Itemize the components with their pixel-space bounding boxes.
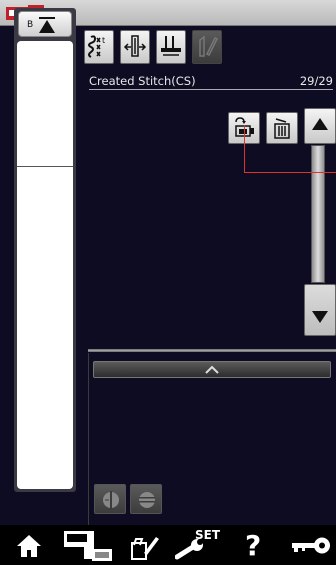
help-button[interactable]: ? xyxy=(240,525,270,565)
needle-position-button[interactable] xyxy=(120,30,150,64)
sewing-machine-icon xyxy=(64,531,112,561)
presser-foot-button[interactable] xyxy=(156,30,186,64)
edit-stitch-button[interactable] xyxy=(192,30,222,64)
mirror-horizontal-button[interactable] xyxy=(130,484,162,514)
page-title: Created Stitch(CS) xyxy=(89,74,196,88)
needle-position-icon xyxy=(123,35,147,57)
scroll-up-icon xyxy=(312,118,328,130)
scrollbar-track[interactable] xyxy=(311,145,325,283)
pattern-edit-icon xyxy=(131,537,159,560)
scroll-down-icon xyxy=(312,311,328,323)
stitch-pattern-button[interactable]: t xyxy=(84,30,114,64)
sewing-machine-button[interactable] xyxy=(62,525,114,565)
scroll-up-button[interactable] xyxy=(304,108,336,144)
settings-button[interactable]: SET xyxy=(175,525,231,565)
mirror-vertical-icon xyxy=(103,491,119,509)
to-top-icon xyxy=(39,17,55,33)
mirror-vertical-button[interactable] xyxy=(94,484,126,514)
page-count: 29/29 xyxy=(299,74,333,88)
mirror-horizontal-icon xyxy=(139,492,155,508)
pointer-line-vertical xyxy=(244,125,245,173)
chevron-up-icon xyxy=(205,365,219,374)
stitch-pattern-icon: t xyxy=(88,35,105,58)
move-to-top-button[interactable]: B xyxy=(18,11,72,37)
stitch-header: Created Stitch(CS) 29/29 xyxy=(89,74,333,90)
wrench-icon xyxy=(175,539,203,560)
list-divider xyxy=(17,166,73,167)
edit-stitch-icon xyxy=(199,35,219,57)
section-separator xyxy=(88,349,336,352)
top-button-letter: B xyxy=(27,20,34,30)
expand-collapse-bar[interactable] xyxy=(93,361,331,378)
home-icon xyxy=(17,535,41,557)
home-button[interactable] xyxy=(14,525,46,565)
lock-button[interactable] xyxy=(290,525,332,565)
scroll-down-button[interactable] xyxy=(304,284,336,336)
pointer-line-horizontal xyxy=(244,172,336,173)
help-icon: ? xyxy=(245,529,262,562)
presser-foot-icon xyxy=(161,36,181,56)
stitch-list-panel[interactable] xyxy=(17,41,73,489)
delete-icon xyxy=(274,118,290,139)
svg-text:t: t xyxy=(102,36,105,45)
bottom-navigation: SET ? xyxy=(0,525,336,565)
pattern-edit-button[interactable] xyxy=(126,525,162,565)
delete-stitch-button[interactable] xyxy=(266,112,298,144)
key-icon xyxy=(292,537,330,554)
set-label: SET xyxy=(195,528,221,542)
